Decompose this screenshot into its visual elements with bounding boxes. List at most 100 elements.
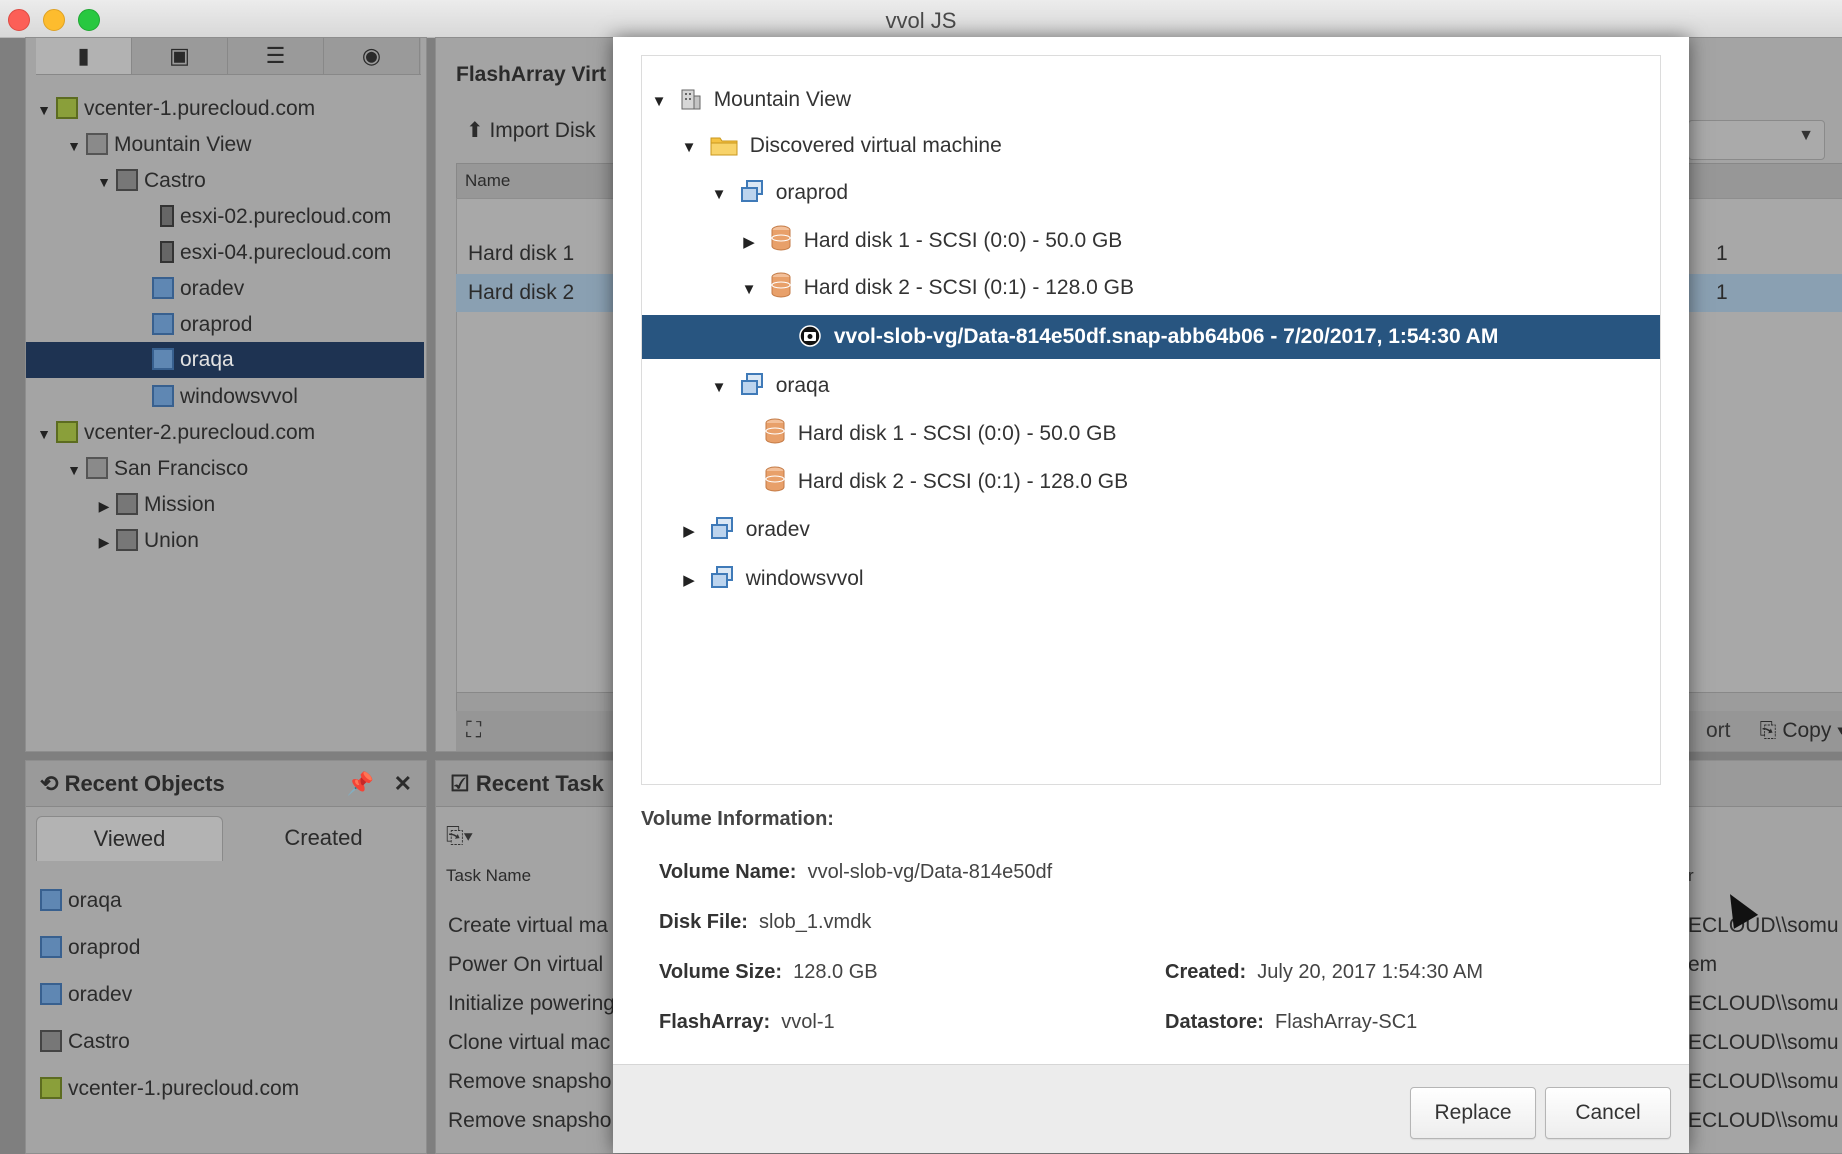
hosts-clusters-tab[interactable]: ▮ <box>36 38 132 74</box>
table-row[interactable]: Clone virtual mac <box>448 1023 610 1063</box>
nav-tree-item[interactable]: ▶ Union <box>96 523 199 559</box>
tab-created[interactable]: Created <box>226 816 421 860</box>
tree-item-disk[interactable]: Hard disk 2 - SCSI (0:1) - 128.0 GB <box>758 460 1128 504</box>
vcenter-icon <box>40 1077 62 1099</box>
close-icon[interactable]: ✕ <box>394 761 412 806</box>
table-cell-initiator: ECLOUD\\somu <box>1688 1031 1839 1054</box>
list-item[interactable]: oraprod <box>36 928 140 968</box>
nav-tree-item-selected[interactable]: oraqa <box>26 342 424 378</box>
nav-tree-item[interactable]: oradev <box>148 271 244 307</box>
expand-right-icon[interactable]: ▶ <box>680 559 698 603</box>
table-cell-initiator: ECLOUD\\somu <box>1688 1070 1839 1093</box>
nav-tree-item[interactable]: ▶ Mission <box>96 487 215 523</box>
expand-down-icon[interactable]: ▼ <box>710 173 728 217</box>
cluster-icon <box>116 529 138 551</box>
copy-icon: ⎘ <box>1759 719 1783 742</box>
disk-icon <box>765 418 785 444</box>
tasks-icon: ☑ <box>450 771 470 796</box>
list-item[interactable]: vcenter-1.purecloud.com <box>36 1069 299 1109</box>
pin-icon[interactable]: 📌 <box>347 761 374 806</box>
vm-icon: ▣ <box>169 43 190 68</box>
task-filter-icon[interactable]: ⎘▾ <box>446 823 473 849</box>
tree-item-vm[interactable]: ▶ oradev <box>680 508 810 552</box>
host-icon <box>160 241 174 263</box>
replace-button[interactable]: Replace <box>1410 1087 1536 1139</box>
networking-tab[interactable]: ◉ <box>324 38 420 74</box>
expand-down-icon[interactable]: ▼ <box>36 416 52 452</box>
tree-item-datacenter[interactable]: ▼ Mountain View <box>650 78 852 124</box>
table-cell-initiator: ECLOUD\\somu <box>1688 914 1839 937</box>
nav-tree-item[interactable]: esxi-04.purecloud.com <box>156 235 391 271</box>
expand-down-icon[interactable]: ▼ <box>740 268 758 312</box>
vm-icon <box>152 313 174 335</box>
expand-down-icon[interactable]: ▼ <box>650 80 668 124</box>
flasharray-field: FlashArray: vvol-1 <box>659 1011 835 1033</box>
folder-icon <box>710 137 738 156</box>
network-icon: ◉ <box>361 43 382 68</box>
nav-tree-item[interactable]: ▼ Mountain View <box>66 127 251 163</box>
copy-button[interactable]: ⎘ Copy ▾ <box>1760 719 1842 743</box>
table-row[interactable]: Remove snapsho <box>448 1062 611 1102</box>
nav-tree-item[interactable]: ▼ Castro <box>96 163 206 199</box>
table-row[interactable]: Power On virtual <box>448 945 603 985</box>
nav-tree-item[interactable]: esxi-02.purecloud.com <box>156 199 391 235</box>
cancel-button[interactable]: Cancel <box>1545 1087 1671 1139</box>
nav-tree-item[interactable]: ▼ vcenter-1.purecloud.com <box>36 91 315 127</box>
hosts-icon: ▮ <box>77 43 90 68</box>
export-button-label[interactable]: ort <box>1706 719 1731 743</box>
tree-item-vm[interactable]: ▼ oraprod <box>710 171 848 215</box>
host-icon <box>160 205 174 227</box>
nav-tree-item[interactable]: oraprod <box>148 307 252 343</box>
storage-icon: ☰ <box>265 43 286 68</box>
window-title: vvol JS <box>885 8 957 33</box>
vm-icon <box>740 373 763 395</box>
table-row[interactable]: Remove snapsho <box>448 1101 611 1141</box>
vms-templates-tab[interactable]: ▣ <box>132 38 228 74</box>
expand-right-icon[interactable]: ▶ <box>680 510 698 554</box>
tree-item-snapshot-selected[interactable]: vvol-slob-vg/Data-814e50df.snap-abb64b06… <box>642 315 1660 359</box>
table-row[interactable]: Initialize powering <box>448 984 615 1024</box>
column-header-task-name[interactable]: Task Name <box>446 866 531 886</box>
window-titlebar: vvol JS <box>0 0 1842 38</box>
expand-down-icon[interactable]: ▼ <box>96 164 112 200</box>
recent-objects-header: ⟲ Recent Objects 📌 ✕ <box>26 761 426 807</box>
storage-tab[interactable]: ☰ <box>228 38 324 74</box>
nav-tree-item[interactable]: windowsvvol <box>148 379 298 415</box>
expand-down-icon[interactable]: ▼ <box>66 452 82 488</box>
disk-icon <box>771 225 791 251</box>
replace-disk-dialog: ▼ Mountain View ▼ Discovered virtual mac… <box>613 37 1689 1153</box>
tree-item-folder[interactable]: ▼ Discovered virtual machine <box>680 124 1002 168</box>
datacenter-icon <box>681 89 701 110</box>
expand-right-icon[interactable]: ▶ <box>740 221 758 265</box>
volume-name-field: Volume Name: vvol-slob-vg/Data-814e50df <box>659 861 1053 883</box>
tree-item-disk[interactable]: Hard disk 1 - SCSI (0:0) - 50.0 GB <box>758 412 1116 456</box>
tab-viewed[interactable]: Viewed <box>36 816 223 861</box>
disk-icon <box>771 272 791 298</box>
recent-objects-panel: ⟲ Recent Objects 📌 ✕ Viewed Created oraq… <box>25 760 427 1154</box>
flasharray-value: vvol-1 <box>781 1011 835 1033</box>
nav-tree-item[interactable]: ▼ vcenter-2.purecloud.com <box>36 415 315 451</box>
view-dropdown[interactable]: ▼ <box>1688 120 1825 160</box>
expand-down-icon[interactable]: ▼ <box>36 92 52 128</box>
expand-right-icon[interactable]: ▶ <box>96 488 112 524</box>
tree-item-vm[interactable]: ▼ oraqa <box>710 364 829 408</box>
column-header-name[interactable]: Name <box>457 171 510 190</box>
nav-tree-item[interactable]: ▼ San Francisco <box>66 451 248 487</box>
datastore-value: FlashArray-SC1 <box>1275 1011 1418 1033</box>
tree-item-disk[interactable]: ▼ Hard disk 2 - SCSI (0:1) - 128.0 GB <box>740 266 1134 310</box>
tree-item-disk[interactable]: ▶ Hard disk 1 - SCSI (0:0) - 50.0 GB <box>740 219 1122 263</box>
list-item[interactable]: Castro <box>36 1022 130 1062</box>
cluster-icon <box>116 493 138 515</box>
expand-down-icon[interactable]: ▼ <box>680 126 698 170</box>
import-disk-button[interactable]: ⬆ Import Disk <box>466 118 596 143</box>
list-item[interactable]: oraqa <box>36 881 122 921</box>
tree-item-vm[interactable]: ▶ windowsvvol <box>680 557 864 601</box>
disk-file-value: slob_1.vmdk <box>759 911 872 933</box>
binoculars-icon[interactable]: ⛶ <box>466 717 481 743</box>
expand-down-icon[interactable]: ▼ <box>710 366 728 410</box>
expand-right-icon[interactable]: ▶ <box>96 524 112 560</box>
expand-down-icon[interactable]: ▼ <box>66 128 82 164</box>
table-row[interactable]: Create virtual ma <box>448 906 608 946</box>
list-item[interactable]: oradev <box>36 975 132 1015</box>
dialog-footer: Replace Cancel <box>613 1064 1689 1153</box>
